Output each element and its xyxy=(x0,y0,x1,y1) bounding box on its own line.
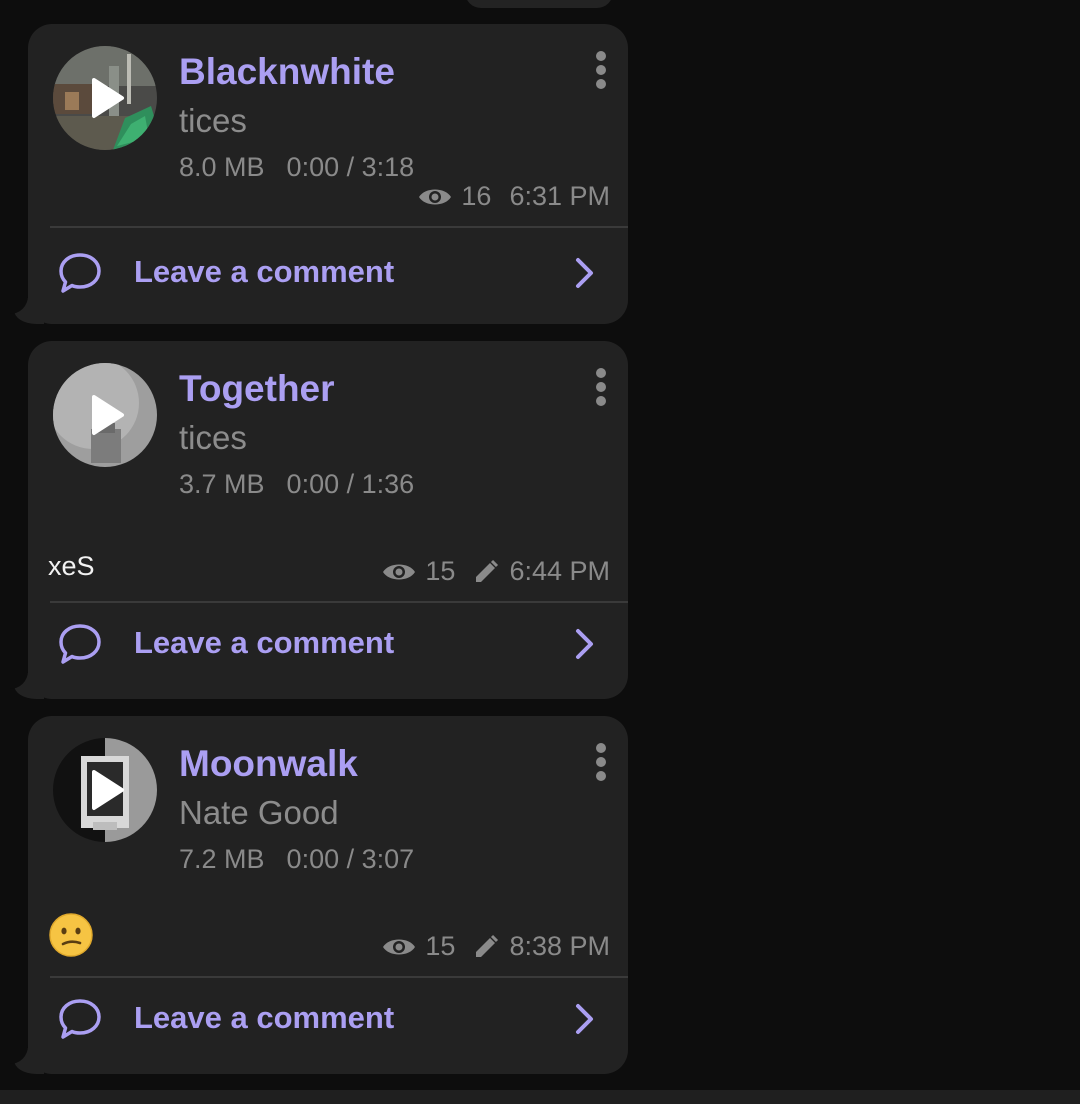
channel-feed: Blacknwhite tices 8.0 MB 0:00 / 3:18 16 6… xyxy=(0,0,1080,1104)
eye-icon xyxy=(419,189,452,204)
view-count: 15 xyxy=(425,931,456,961)
album-art-play-button[interactable] xyxy=(53,363,157,467)
leave-comment-label: Leave a comment xyxy=(134,1000,395,1035)
chevron-right-icon xyxy=(576,1004,593,1034)
audio-post: Moonwalk Nate Good 7.2 MB 0:00 / 3:07 15 xyxy=(8,716,628,1074)
play-icon xyxy=(92,78,124,118)
track-artist: tices xyxy=(179,419,247,456)
play-icon xyxy=(92,770,124,810)
file-size: 3.7 MB xyxy=(179,469,265,499)
pencil-icon xyxy=(476,934,499,957)
file-size: 7.2 MB xyxy=(179,844,265,874)
message-caption: xeS xyxy=(48,551,95,581)
message-time: 6:31 PM xyxy=(509,181,610,211)
play-icon xyxy=(92,395,124,435)
playback-duration: 0:00 / 1:36 xyxy=(286,469,415,499)
comment-bubble-icon xyxy=(59,999,101,1039)
track-title: Moonwalk xyxy=(179,743,358,784)
track-meta: 3.7 MB 0:00 / 1:36 xyxy=(179,469,414,500)
confused-face-emoji xyxy=(49,913,93,957)
pencil-icon xyxy=(476,559,499,582)
track-artist: Nate Good xyxy=(179,794,339,831)
message-status: 15 6:44 PM xyxy=(381,556,610,587)
playback-duration: 0:00 / 3:18 xyxy=(286,152,415,182)
more-vertical-icon[interactable] xyxy=(590,367,612,407)
eye-icon xyxy=(383,939,416,954)
more-vertical-icon[interactable] xyxy=(590,50,612,90)
track-meta: 7.2 MB 0:00 / 3:07 xyxy=(179,844,414,875)
playback-duration: 0:00 / 3:07 xyxy=(286,844,415,874)
audio-post: Blacknwhite tices 8.0 MB 0:00 / 3:18 16 6… xyxy=(8,24,628,324)
album-art-play-button[interactable] xyxy=(53,738,157,842)
more-vertical-icon[interactable] xyxy=(590,742,612,782)
comment-bubble-icon xyxy=(59,624,101,664)
file-size: 8.0 MB xyxy=(179,152,265,182)
leave-comment-button[interactable]: Leave a comment xyxy=(28,597,628,693)
chevron-right-icon xyxy=(576,629,593,659)
view-count: 16 xyxy=(461,181,492,211)
leave-comment-button[interactable]: Leave a comment xyxy=(28,226,628,322)
leave-comment-label: Leave a comment xyxy=(134,625,395,660)
message-status: 15 8:38 PM xyxy=(381,931,610,962)
comment-bubble-icon xyxy=(59,253,101,293)
leave-comment-button[interactable]: Leave a comment xyxy=(28,972,628,1068)
audio-post: Together tices 3.7 MB 0:00 / 1:36 xeS 15 … xyxy=(8,341,628,699)
bottom-bar xyxy=(0,1090,1080,1104)
track-title: Together xyxy=(179,368,335,409)
track-artist: tices xyxy=(179,102,247,139)
view-count: 15 xyxy=(425,556,456,586)
message-time: 8:38 PM xyxy=(509,931,610,961)
previous-message-bubble xyxy=(465,0,613,8)
leave-comment-label: Leave a comment xyxy=(134,254,395,289)
album-art-play-button[interactable] xyxy=(53,46,157,150)
track-title: Blacknwhite xyxy=(179,51,395,92)
track-meta: 8.0 MB 0:00 / 3:18 xyxy=(179,152,414,183)
chevron-right-icon xyxy=(576,258,593,288)
message-time: 6:44 PM xyxy=(509,556,610,586)
message-status: 16 6:31 PM xyxy=(417,181,610,212)
eye-icon xyxy=(383,564,416,579)
